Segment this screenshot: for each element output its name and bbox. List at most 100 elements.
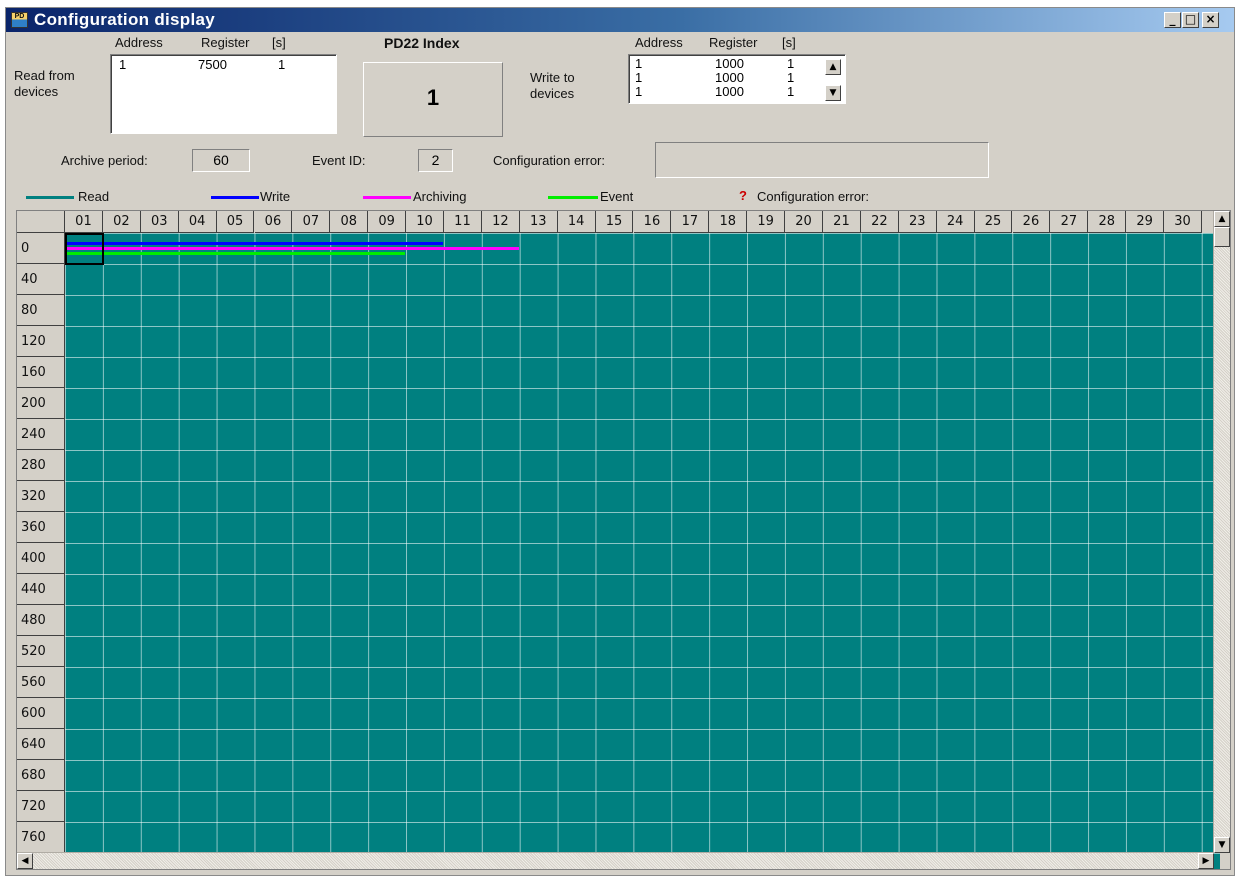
list-item[interactable]: 1 7500 1	[111, 58, 336, 71]
row-header: 120	[17, 326, 65, 357]
row-header: 600	[17, 698, 65, 729]
selected-cell[interactable]	[65, 233, 104, 265]
question-icon: ?	[739, 188, 747, 203]
column-header: 21	[823, 211, 861, 233]
row-header: 720	[17, 791, 65, 822]
column-header: 10	[406, 211, 444, 233]
configuration-error-field	[655, 142, 989, 178]
configuration-window: PD Configuration display _ □ × Read from…	[5, 7, 1235, 876]
list-item[interactable]: 1 1000 1	[629, 71, 845, 84]
legend-configuration-error-label: Configuration error:	[757, 189, 869, 204]
column-header: 18	[709, 211, 748, 233]
read-col-seconds: [s]	[272, 35, 286, 50]
write-list-scroll-down-button[interactable]: ▼	[825, 85, 841, 101]
grid-bar-archiving	[67, 247, 519, 250]
column-header: 23	[898, 211, 937, 233]
write-col-address: Address	[635, 35, 683, 50]
write-label-line2: devices	[530, 86, 575, 101]
legend-event-line	[548, 196, 598, 199]
row-header: 440	[17, 574, 65, 605]
maximize-button[interactable]: □	[1182, 12, 1199, 28]
archive-period-label: Archive period:	[61, 153, 148, 168]
read-col-register: Register	[201, 35, 250, 50]
row-header: 760	[17, 822, 65, 853]
write-label-line1: Write to	[530, 70, 575, 85]
scroll-down-button[interactable]: ▼	[1214, 837, 1230, 853]
list-item[interactable]: 1 1000 1	[629, 57, 845, 70]
row-header: 560	[17, 667, 65, 698]
grid-bar-event	[67, 252, 406, 255]
column-header: 12	[481, 211, 520, 233]
index-display: 1	[363, 62, 503, 137]
minimize-button[interactable]: _	[1164, 12, 1181, 28]
close-button[interactable]: ×	[1202, 12, 1219, 28]
column-header: 27	[1050, 211, 1089, 233]
column-header: 30	[1164, 211, 1202, 233]
column-header: 15	[595, 211, 634, 233]
row-header: 160	[17, 357, 65, 388]
archive-period-value: 60	[192, 149, 250, 172]
legend-write-label: Write	[260, 189, 291, 204]
legend-read-line	[26, 196, 74, 199]
scroll-left-button[interactable]: ◀	[17, 853, 33, 869]
row-header: 360	[17, 512, 65, 543]
read-label-line1: Read from	[14, 68, 75, 83]
column-header: 04	[178, 211, 217, 233]
scroll-right-button[interactable]: ▶	[1198, 853, 1214, 869]
column-header: 08	[330, 211, 369, 233]
column-header: 09	[368, 211, 407, 233]
list-item[interactable]: 1 1000 1	[629, 85, 845, 98]
row-header: 240	[17, 419, 65, 450]
write-col-seconds: [s]	[782, 35, 796, 50]
configuration-grid: 01 02 03 04 05 06 07 08 09 10 11 12 13 14 15 16 17 18 19 20…	[16, 210, 1231, 870]
column-header: 03	[140, 211, 179, 233]
scroll-up-button[interactable]: ▲	[1214, 211, 1230, 227]
column-header: 14	[557, 211, 596, 233]
write-devices-list[interactable]: 1 1000 1 1 1000 1 1 1000 1 ▲ ▼	[628, 54, 846, 104]
column-header: 07	[292, 211, 331, 233]
column-header: 29	[1126, 211, 1165, 233]
row-header: 480	[17, 605, 65, 636]
column-header: 17	[671, 211, 710, 233]
column-header: 26	[1012, 211, 1051, 233]
column-header: 28	[1088, 211, 1127, 233]
event-id-value: 2	[418, 149, 453, 172]
column-header: 06	[254, 211, 293, 233]
legend-write-line	[211, 196, 259, 199]
row-header: 0	[17, 233, 65, 264]
column-header: 19	[747, 211, 786, 233]
vertical-scrollbar[interactable]: ▲ ▼	[1213, 211, 1230, 853]
row-header: 80	[17, 295, 65, 326]
row-header: 400	[17, 543, 65, 574]
column-header: 24	[936, 211, 975, 233]
event-id-label: Event ID:	[312, 153, 366, 168]
horizontal-scrollbar[interactable]: ◀ ▶	[17, 852, 1214, 869]
legend-event-label: Event	[600, 189, 634, 204]
column-header: 01	[65, 211, 103, 233]
row-header: 680	[17, 760, 65, 791]
grid-bar-write	[67, 242, 443, 245]
column-header: 05	[216, 211, 255, 233]
row-header: 200	[17, 388, 65, 419]
read-devices-list[interactable]: 1 7500 1	[110, 54, 337, 134]
column-header: 20	[785, 211, 823, 233]
column-header: 22	[860, 211, 899, 233]
write-col-register: Register	[709, 35, 758, 50]
write-list-scroll-up-button[interactable]: ▲	[825, 59, 841, 75]
title-bar[interactable]: PD Configuration display _ □ ×	[6, 8, 1234, 32]
grid-corner	[17, 211, 65, 233]
grid-cells[interactable]	[65, 233, 1220, 869]
column-header: 11	[444, 211, 482, 233]
legend-read-label: Read	[78, 189, 110, 204]
row-header: 320	[17, 481, 65, 512]
row-header: 280	[17, 450, 65, 481]
column-header: 13	[519, 211, 558, 233]
column-header: 02	[102, 211, 141, 233]
read-label-line2: devices	[14, 84, 59, 99]
legend-archiving-line	[363, 196, 411, 199]
vertical-scroll-thumb[interactable]	[1214, 227, 1230, 247]
legend-archiving-label: Archiving	[413, 189, 467, 204]
column-header: 16	[633, 211, 672, 233]
index-value: 1	[426, 85, 440, 110]
app-icon: PD	[11, 12, 28, 28]
